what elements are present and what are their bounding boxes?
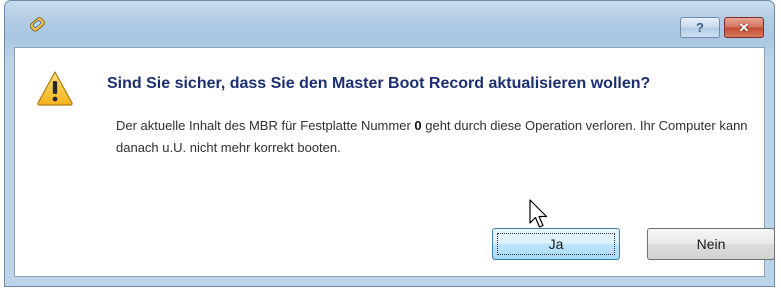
close-icon: ✕ xyxy=(738,19,750,35)
app-icon xyxy=(29,17,45,32)
close-button[interactable]: ✕ xyxy=(724,17,764,38)
dialog-content: Sind Sie sicher, dass Sie den Master Boo… xyxy=(14,47,775,277)
title-bar[interactable]: ? ✕ xyxy=(5,1,774,47)
message-part1: Der aktuelle Inhalt des MBR für Festplat… xyxy=(116,118,415,133)
main-instruction: Sind Sie sicher, dass Sie den Master Boo… xyxy=(107,75,651,92)
mouse-cursor-icon xyxy=(529,199,548,228)
help-button[interactable]: ? xyxy=(680,17,720,38)
no-button-label: Nein xyxy=(696,236,726,252)
no-button[interactable]: Nein xyxy=(647,228,775,260)
help-label: ? xyxy=(696,20,704,35)
message-text: Der aktuelle Inhalt des MBR für Festplat… xyxy=(116,115,756,159)
dialog-window: ? ✕ Sind Sie sicher, dass Sie den Master… xyxy=(4,0,775,287)
disk-number: 0 xyxy=(414,118,422,133)
warning-icon xyxy=(37,71,73,106)
yes-button[interactable]: Ja xyxy=(492,228,620,260)
focus-rectangle xyxy=(497,233,615,255)
